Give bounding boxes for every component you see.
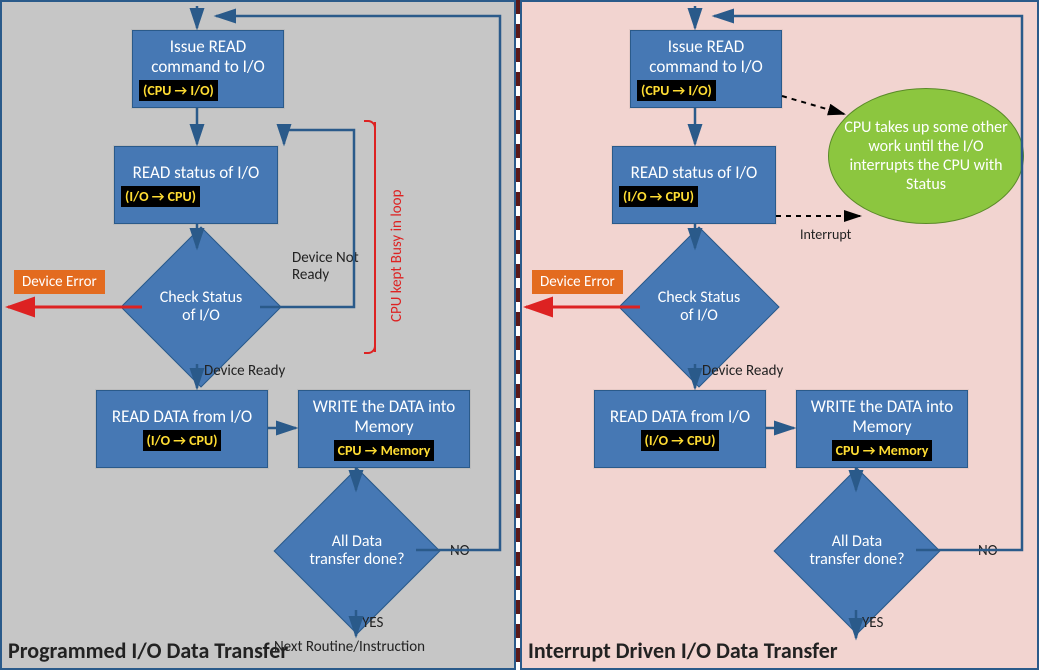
diamond-text: All Data transfer done? [298,492,416,610]
panel-programmed-io: Issue READ command to I/O (CPU → I/O) RE… [0,0,516,670]
box-title: Issue READ command to I/O [139,37,277,76]
label-yes: YES [862,614,883,632]
label-device-error: Device Error [14,270,105,294]
box-title: WRITE the DATA into Memory [305,397,463,436]
label-no: NO [450,542,470,560]
diamond-check-status: Check Status of I/O [642,250,756,364]
label-device-not-ready: Device Not Ready [292,250,372,283]
label-device-ready: Device Ready [204,362,285,380]
box-write-memory: WRITE the DATA into Memory CPU → Memory [796,390,968,468]
box-sub: CPU → Memory [334,440,435,461]
diamond-all-done: All Data transfer done? [298,492,416,610]
box-sub: (I/O → CPU) [121,186,200,207]
label-device-error: Device Error [532,270,623,294]
diamond-text: All Data transfer done? [798,492,916,610]
box-title: READ DATA from I/O [103,407,261,427]
box-read-status: READ status of I/O (I/O → CPU) [114,146,278,224]
label-next: Next Routine/Instruction [274,638,425,656]
busy-bracket [366,122,376,352]
panel-interrupt-io: Issue READ command to I/O (CPU → I/O) RE… [520,0,1039,670]
diamond-text: Check Status of I/O [144,250,258,364]
box-sub: (I/O → CPU) [619,186,698,207]
caption-right: Interrupt Driven I/O Data Transfer [528,637,838,664]
box-read-status: READ status of I/O (I/O → CPU) [612,146,776,224]
box-issue-read: Issue READ command to I/O (CPU → I/O) [132,30,284,108]
ellipse-cpu-other-work: CPU takes up some other work until the I… [828,88,1024,224]
box-title: READ status of I/O [619,163,769,183]
box-sub: (CPU → I/O) [139,80,218,101]
caption-left: Programmed I/O Data Transfer [8,637,288,664]
diamond-text: Check Status of I/O [642,250,756,364]
box-title: READ DATA from I/O [601,407,759,427]
box-sub: (CPU → I/O) [637,80,716,101]
box-read-data: READ DATA from I/O (I/O → CPU) [594,390,766,468]
box-issue-read: Issue READ command to I/O (CPU → I/O) [630,30,782,108]
box-read-data: READ DATA from I/O (I/O → CPU) [96,390,268,468]
label-device-ready: Device Ready [702,362,783,380]
box-title: READ status of I/O [121,163,271,183]
box-title: WRITE the DATA into Memory [803,397,961,436]
box-sub: CPU → Memory [832,440,933,461]
box-sub: (I/O → CPU) [143,430,222,451]
label-busy-loop: CPU kept Busy in loop [388,190,406,322]
label-no: NO [978,542,998,560]
label-yes: YES [362,614,383,632]
box-sub: (I/O → CPU) [641,430,720,451]
diagram-root: Issue READ command to I/O (CPU → I/O) RE… [0,0,1039,670]
box-title: Issue READ command to I/O [637,37,775,76]
box-write-memory: WRITE the DATA into Memory CPU → Memory [298,390,470,468]
label-interrupt: Interrupt [800,226,851,243]
diamond-all-done: All Data transfer done? [798,492,916,610]
diamond-check-status: Check Status of I/O [144,250,258,364]
